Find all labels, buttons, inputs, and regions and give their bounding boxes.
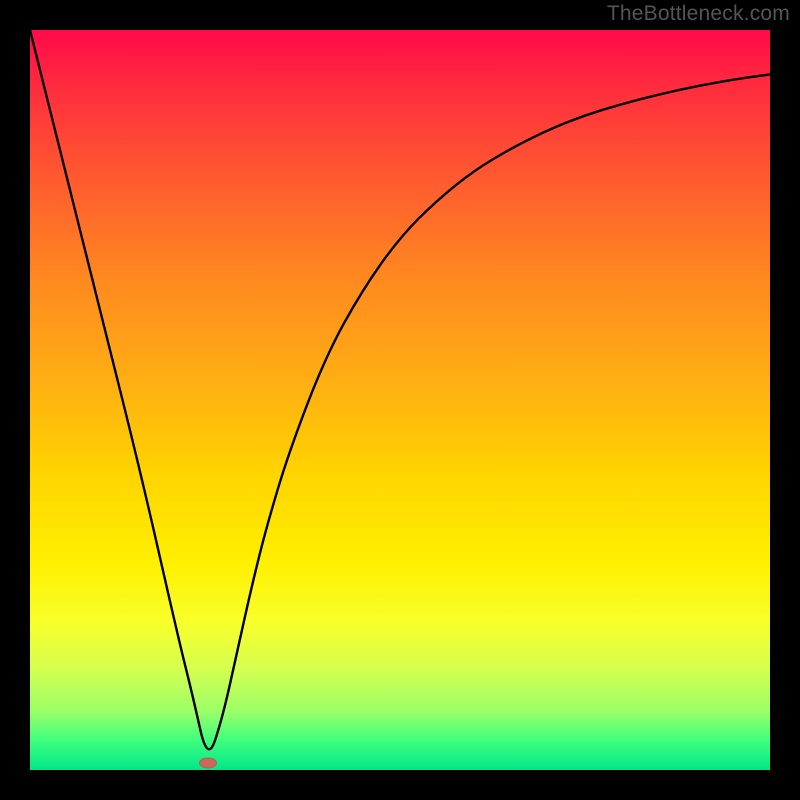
watermark-text: TheBottleneck.com [607,2,790,26]
curve-path [30,30,770,749]
curve-svg [30,30,770,770]
plot-area [30,30,770,770]
min-marker [199,757,217,768]
chart-frame: TheBottleneck.com [0,0,800,800]
